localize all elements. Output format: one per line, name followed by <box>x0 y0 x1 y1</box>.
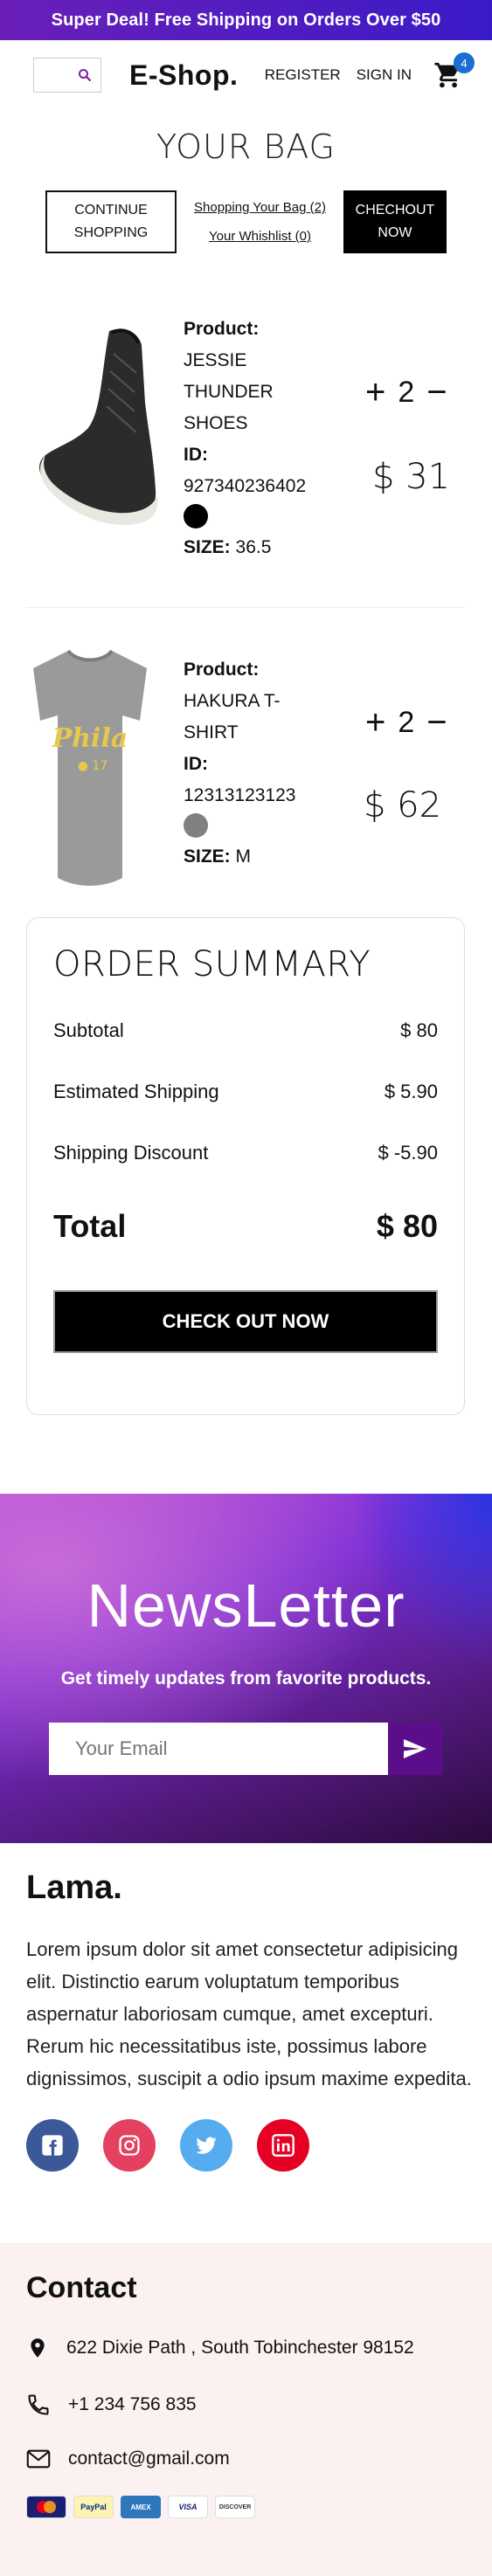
svg-text:Phila: Phila <box>52 723 128 754</box>
visa-icon: VISA <box>168 2496 208 2518</box>
register-link[interactable]: REGISTER <box>265 66 341 84</box>
product-price: $ 31 <box>372 457 451 497</box>
contact-phone: +1 234 756 835 <box>26 2393 466 2417</box>
discover-icon: DISCOVER <box>215 2496 255 2518</box>
discount-label: Shipping Discount <box>53 1142 209 1164</box>
footer-brand: Lama. <box>26 1869 122 1906</box>
product-size-label: SIZE: <box>184 537 231 557</box>
product-label: Product: <box>184 660 260 680</box>
announcement-bar: Super Deal! Free Shipping on Orders Over… <box>0 0 492 40</box>
quantity-value: 2 <box>398 376 415 409</box>
footer-contact: Contact 622 Dixie Path , South Tobinches… <box>0 2243 492 2576</box>
summary-row-discount: Shipping Discount $ -5.90 <box>53 1142 438 1164</box>
subtotal-value: $ 80 <box>400 1019 438 1041</box>
page-title: YOUR BAG <box>156 128 336 166</box>
product-id-label: ID: <box>184 445 208 465</box>
total-value: $ 80 <box>376 1208 438 1244</box>
send-icon <box>404 1739 426 1758</box>
product-id-label: ID: <box>184 754 208 774</box>
order-summary: ORDER SUMMARY Subtotal $ 80 Estimated Sh… <box>26 917 465 1415</box>
facebook-icon[interactable] <box>26 2119 79 2172</box>
product-label: Product: <box>184 319 260 339</box>
summary-row-total: Total $ 80 <box>53 1208 438 1245</box>
contact-address: 622 Dixie Path , South Tobinchester 9815… <box>26 2335 466 2361</box>
check-out-now-button[interactable]: CHECK OUT NOW <box>53 1290 438 1353</box>
product-image-tshirt: Phila ● 17 <box>33 649 147 886</box>
mastercard-icon <box>26 2496 66 2518</box>
product-name: HAKURA T-SHIRT <box>184 691 281 742</box>
send-button[interactable] <box>388 1723 442 1775</box>
divider <box>26 607 466 608</box>
cart-item: Phila ● 17 Product: HAKURA T-SHIRT ID: 1… <box>0 642 492 904</box>
shipping-label: Estimated Shipping <box>53 1081 219 1102</box>
shipping-value: $ 5.90 <box>384 1081 438 1102</box>
order-summary-title: ORDER SUMMARY <box>53 944 371 984</box>
email-text: contact@gmail.com <box>68 2448 230 2469</box>
product-image-shoe <box>39 328 158 525</box>
paypal-icon: PayPal <box>73 2496 114 2518</box>
linkedin-icon[interactable] <box>257 2119 309 2172</box>
wishlist-link[interactable]: Your Whishlist (0) <box>209 229 311 244</box>
search-input[interactable] <box>33 58 101 93</box>
decrease-quantity-button[interactable]: − <box>426 703 447 742</box>
quantity-stepper: + 2 − <box>365 703 447 742</box>
subtotal-label: Subtotal <box>53 1019 124 1041</box>
brand-logo[interactable]: E-Shop. <box>129 59 238 92</box>
quantity-stepper: + 2 − <box>365 373 447 412</box>
cart-count-badge: 4 <box>454 52 475 73</box>
product-id: 927340236402 <box>184 476 307 496</box>
footer-description: Lorem ipsum dolor sit amet consectetur a… <box>26 1938 472 2089</box>
twitter-icon[interactable] <box>180 2119 232 2172</box>
product-color-swatch <box>184 504 208 528</box>
navbar: E-Shop. REGISTER SIGN IN 4 <box>0 40 492 110</box>
social-links <box>26 2119 472 2172</box>
product-id: 12313123123 <box>184 785 296 805</box>
product-size: 36.5 <box>235 537 272 557</box>
shopping-bag-link[interactable]: Shopping Your Bag (2) <box>194 200 326 215</box>
product-size: M <box>235 846 252 867</box>
discount-value: $ -5.90 <box>378 1142 439 1164</box>
newsletter-subtitle: Get timely updates from favorite product… <box>60 1668 432 1689</box>
address-text: 622 Dixie Path , South Tobinchester 9815… <box>66 2338 414 2358</box>
quantity-value: 2 <box>398 706 415 739</box>
newsletter-form <box>49 1723 442 1775</box>
cart-item: Product: JESSIE THUNDER SHOES ID: 927340… <box>0 301 492 598</box>
bag-top-bar: CONTINUE SHOPPING Shopping Your Bag (2) … <box>0 190 492 253</box>
svg-text:● 17: ● 17 <box>78 759 107 773</box>
product-color-swatch <box>184 813 208 838</box>
summary-row-shipping: Estimated Shipping $ 5.90 <box>53 1081 438 1103</box>
instagram-icon[interactable] <box>103 2119 156 2172</box>
contact-email: contact@gmail.com <box>26 2448 466 2469</box>
contact-title: Contact <box>26 2271 137 2304</box>
amex-icon: AMEX <box>121 2496 161 2518</box>
continue-shopping-button[interactable]: CONTINUE SHOPPING <box>45 190 177 253</box>
product-price: $ 62 <box>364 785 442 825</box>
total-label: Total <box>53 1208 127 1244</box>
phone-text: +1 234 756 835 <box>68 2394 197 2414</box>
signin-link[interactable]: SIGN IN <box>357 66 412 84</box>
decrease-quantity-button[interactable]: − <box>426 373 447 412</box>
phone-icon <box>28 2394 49 2415</box>
footer-about: Lama. Lorem ipsum dolor sit amet consect… <box>26 1869 472 2172</box>
increase-quantity-button[interactable]: + <box>365 703 385 742</box>
product-size-label: SIZE: <box>184 846 231 867</box>
checkout-now-button[interactable]: CHECHOUT NOW <box>343 190 447 253</box>
product-name: JESSIE THUNDER SHOES <box>184 350 274 433</box>
email-field[interactable] <box>49 1723 388 1775</box>
cart-button[interactable]: 4 <box>431 52 475 91</box>
newsletter-title: NewsLetter <box>87 1571 405 1640</box>
search-icon[interactable] <box>78 68 92 82</box>
payment-methods: PayPal AMEX VISA DISCOVER <box>26 2496 466 2518</box>
summary-row-subtotal: Subtotal $ 80 <box>53 1019 438 1042</box>
increase-quantity-button[interactable]: + <box>365 373 385 412</box>
newsletter-section: NewsLetter Get timely updates from favor… <box>0 1494 492 1843</box>
mail-icon <box>26 2449 51 2469</box>
location-pin-icon <box>31 2338 45 2358</box>
